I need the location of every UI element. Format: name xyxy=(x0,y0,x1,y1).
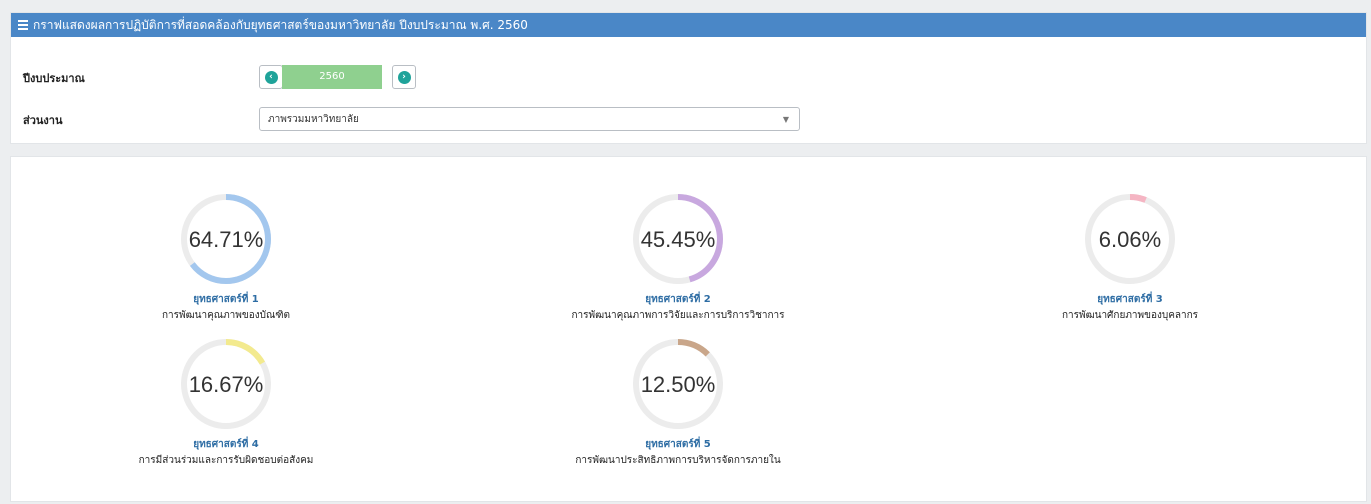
strategy-title-link[interactable]: ยุทธศาสตร์ที่ 4 xyxy=(101,437,351,452)
gauge-ring: 64.71% xyxy=(181,194,271,284)
gauge-strategy-2: 45.45% ยุทธศาสตร์ที่ 2 การพัฒนาคุณภาพการวิ… xyxy=(553,189,803,323)
unit-label: ส่วนงาน xyxy=(23,114,63,127)
gauge-percent: 12.50% xyxy=(641,372,716,397)
unit-select-value: ภาพรวมมหาวิทยาลัย xyxy=(268,114,359,125)
strategy-subtitle: การพัฒนาประสิทธิภาพการบริหารจัดการภายใน xyxy=(575,455,781,466)
gauge-percent: 16.67% xyxy=(189,372,264,397)
strategy-title-link[interactable]: ยุทธศาสตร์ที่ 5 xyxy=(553,437,803,452)
chevron-right-icon: › xyxy=(397,70,411,84)
gauge-panel: 64.71% ยุทธศาสตร์ที่ 1 การพัฒนาคุณภาพของบั… xyxy=(10,156,1367,502)
strategy-title-link[interactable]: ยุทธศาสตร์ที่ 1 xyxy=(101,292,351,307)
filter-panel: กราฟแสดงผลการปฏิบัติการที่สอดคล้องกับยุท… xyxy=(10,12,1367,144)
menu-icon xyxy=(18,18,28,32)
gauge-percent: 64.71% xyxy=(189,227,264,252)
gauge-ring: 45.45% xyxy=(633,194,723,284)
gauge-strategy-4: 16.67% ยุทธศาสตร์ที่ 4 การมีส่วนร่วมและการ… xyxy=(101,334,351,468)
strategy-subtitle: การพัฒนาคุณภาพของบัณฑิต xyxy=(161,310,291,321)
panel-header: กราฟแสดงผลการปฏิบัติการที่สอดคล้องกับยุท… xyxy=(11,13,1366,37)
gauge-percent: 45.45% xyxy=(641,227,716,252)
strategy-title-link[interactable]: ยุทธศาสตร์ที่ 3 xyxy=(1005,292,1255,307)
unit-select[interactable]: ภาพรวมมหาวิทยาลัย ▼ xyxy=(259,107,800,131)
gauge-ring: 12.50% xyxy=(633,339,723,429)
chevron-left-icon: ‹ xyxy=(264,70,278,84)
caret-down-icon: ▼ xyxy=(782,115,789,124)
gauge-percent: 6.06% xyxy=(1099,227,1161,252)
gauge-ring: 6.06% xyxy=(1085,194,1175,284)
year-display: 2560 xyxy=(282,65,382,89)
strategy-title-link[interactable]: ยุทธศาสตร์ที่ 2 xyxy=(553,292,803,307)
next-year-button[interactable]: › xyxy=(392,65,416,89)
prev-year-button[interactable]: ‹ xyxy=(259,65,283,89)
strategy-subtitle: การพัฒนาคุณภาพการวิจัยและการบริการวิชากา… xyxy=(571,310,785,321)
year-label: ปีงบประมาณ xyxy=(23,72,85,85)
gauge-strategy-5: 12.50% ยุทธศาสตร์ที่ 5 การพัฒนาประสิทธิภาพ… xyxy=(553,334,803,468)
gauge-ring: 16.67% xyxy=(181,339,271,429)
panel-title: กราฟแสดงผลการปฏิบัติการที่สอดคล้องกับยุท… xyxy=(33,18,528,32)
gauge-strategy-3: 6.06% ยุทธศาสตร์ที่ 3 การพัฒนาศักยภาพของบุ… xyxy=(1005,189,1255,323)
strategy-subtitle: การพัฒนาศักยภาพของบุคลากร xyxy=(1061,310,1199,321)
gauge-strategy-1: 64.71% ยุทธศาสตร์ที่ 1 การพัฒนาคุณภาพของบั… xyxy=(101,189,351,323)
strategy-subtitle: การมีส่วนร่วมและการรับผิดชอบต่อสังคม xyxy=(138,455,314,466)
